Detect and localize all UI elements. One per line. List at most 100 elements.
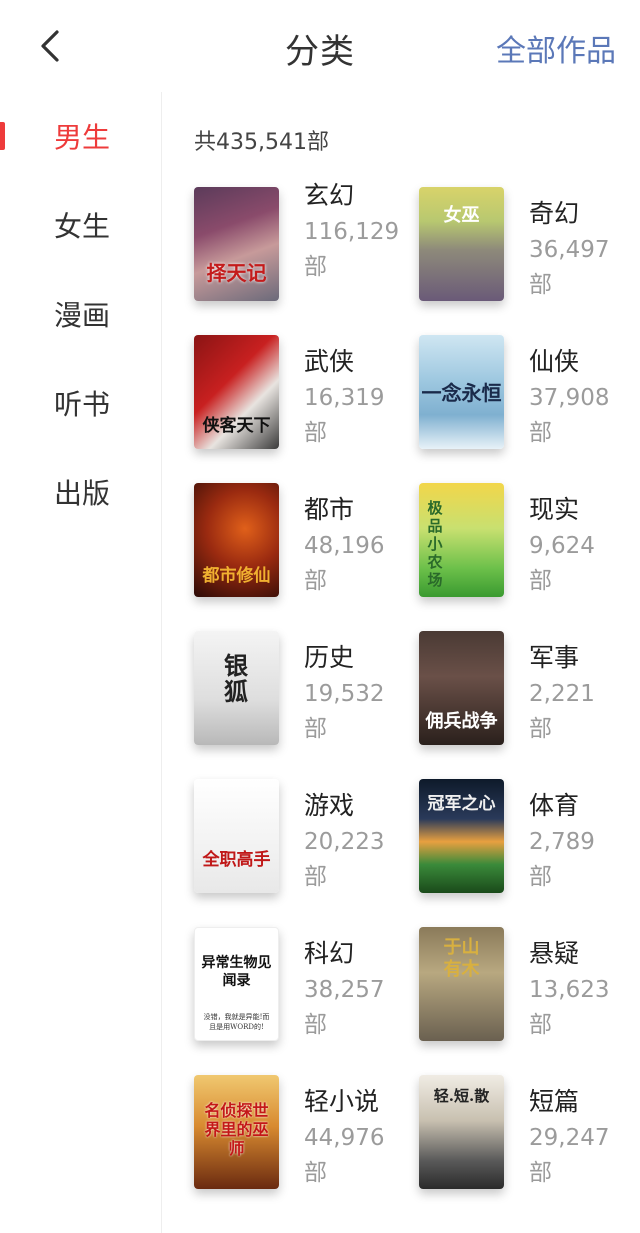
category-name: 玄幻: [304, 181, 355, 210]
count-value: 2,789: [529, 829, 595, 855]
count-unit: 部: [529, 568, 552, 594]
count-value: 13,623: [529, 977, 610, 1003]
count-unit: 部: [304, 1012, 327, 1038]
category-count: 48,196 部: [304, 529, 424, 599]
category-xianshi[interactable]: 极品小农场 现实 9,624 部: [419, 471, 640, 601]
category-youxi[interactable]: 全职高手 游戏 20,223 部: [194, 767, 419, 897]
count-value: 2,221: [529, 681, 595, 707]
category-wuxia[interactable]: 侠客天下 武侠 16,319 部: [194, 323, 419, 453]
category-name: 游戏: [304, 791, 355, 820]
count-unit: 部: [529, 272, 552, 298]
book-cover: 女巫: [419, 187, 504, 301]
cover-title: 一念永恒: [421, 381, 502, 405]
category-count: 2,789 部: [529, 825, 640, 895]
count-value: 44,976: [304, 1125, 385, 1151]
sidebar-item-female[interactable]: 女生: [0, 195, 162, 255]
cover-title: 全职高手: [202, 850, 271, 870]
sidebar-item-label: 出版: [54, 477, 111, 510]
book-cover: 一念永恒: [419, 335, 504, 449]
book-cover: 佣兵战争: [419, 631, 504, 745]
category-junshi[interactable]: 佣兵战争 军事 2,221 部: [419, 619, 640, 749]
sidebar-item-label: 听书: [54, 388, 111, 421]
count-value: 19,532: [304, 681, 385, 707]
category-qihuan[interactable]: 女巫 奇幻 36,497 部: [419, 175, 640, 305]
count-unit: 部: [529, 864, 552, 890]
sidebar-item-label: 男生: [54, 121, 111, 154]
cover-title: 都市修仙: [202, 566, 271, 586]
category-count: 29,247 部: [529, 1121, 640, 1191]
category-name: 现实: [529, 495, 580, 524]
all-works-link[interactable]: 全部作品: [496, 26, 616, 70]
count-unit: 部: [529, 716, 552, 742]
category-name: 武侠: [304, 347, 355, 376]
count-unit: 部: [304, 716, 327, 742]
count-value: 38,257: [304, 977, 385, 1003]
header-bar: 分类 全部作品: [0, 0, 640, 92]
cover-title: 银狐: [224, 651, 248, 706]
count-value: 20,223: [304, 829, 385, 855]
category-name: 仙侠: [529, 347, 580, 376]
cover-title: 轻.短.散: [433, 1087, 490, 1105]
category-dushi[interactable]: 都市修仙 都市 48,196 部: [194, 471, 419, 601]
category-xianxia[interactable]: 一念永恒 仙侠 37,908 部: [419, 323, 640, 453]
category-name: 体育: [529, 791, 580, 820]
cover-title: 于山有木: [443, 937, 480, 980]
category-count: 37,908 部: [529, 381, 640, 451]
category-name: 都市: [304, 495, 355, 524]
category-xuanhuan[interactable]: 择天记 玄幻 116,129 部: [194, 175, 419, 305]
category-name: 历史: [304, 643, 355, 672]
sidebar-item-label: 漫画: [54, 299, 111, 332]
sidebar-item-male[interactable]: 男生: [0, 106, 162, 166]
category-xuanyi[interactable]: 于山有木 悬疑 13,623 部: [419, 915, 640, 1045]
book-cover: 轻.短.散: [419, 1075, 504, 1189]
category-name: 悬疑: [529, 939, 580, 968]
sidebar-item-published[interactable]: 出版: [0, 462, 162, 522]
category-duanpian[interactable]: 轻.短.散 短篇 29,247 部: [419, 1063, 640, 1193]
active-indicator: [0, 122, 5, 150]
book-cover: 冠军之心: [419, 779, 504, 893]
category-qingxiaoshuo[interactable]: 名侦探世界里的巫师 轻小说 44,976 部: [194, 1063, 419, 1193]
book-cover: 名侦探世界里的巫师: [194, 1075, 279, 1189]
sidebar: 男生 女生 漫画 听书 出版: [0, 92, 162, 1233]
cover-title: 侠客天下: [202, 416, 271, 436]
count-unit: 部: [304, 254, 327, 280]
cover-title: 极品小农场: [427, 499, 443, 589]
count-unit: 部: [529, 1160, 552, 1186]
cover-title: 择天记: [206, 261, 267, 285]
category-name: 科幻: [304, 939, 355, 968]
category-count: 19,532 部: [304, 677, 424, 747]
category-name: 军事: [529, 643, 580, 672]
category-name: 短篇: [529, 1087, 580, 1116]
count-unit: 部: [529, 1012, 552, 1038]
count-value: 9,624: [529, 533, 595, 559]
book-cover: 于山有木: [419, 927, 504, 1041]
cover-title: 女巫: [443, 205, 480, 226]
total-count: 共435,541部: [194, 130, 329, 155]
count-value: 29,247: [529, 1125, 610, 1151]
category-name: 奇幻: [529, 199, 580, 228]
category-count: 36,497 部: [529, 233, 640, 303]
count-value: 116,129: [304, 219, 400, 245]
cover-title: 异常生物见闻录: [201, 955, 272, 989]
sidebar-item-comics[interactable]: 漫画: [0, 284, 162, 344]
category-kehuan[interactable]: 异常生物见闻录 没错，我就是异能!而且是用WORD的! 科幻 38,257 部: [194, 915, 419, 1045]
cover-title: 佣兵战争: [425, 711, 498, 732]
book-cover: 侠客天下: [194, 335, 279, 449]
book-cover: 银狐: [194, 631, 279, 745]
category-lishi[interactable]: 银狐 历史 19,532 部: [194, 619, 419, 749]
sidebar-item-audiobooks[interactable]: 听书: [0, 373, 162, 433]
category-tiyu[interactable]: 冠军之心 体育 2,789 部: [419, 767, 640, 897]
count-unit: 部: [304, 420, 327, 446]
category-count: 44,976 部: [304, 1121, 424, 1191]
category-count: 116,129 部: [304, 215, 399, 285]
book-cover: 极品小农场: [419, 483, 504, 597]
count-unit: 部: [304, 1160, 327, 1186]
book-cover: 全职高手: [194, 779, 279, 893]
book-cover: 异常生物见闻录 没错，我就是异能!而且是用WORD的!: [194, 927, 279, 1041]
category-count: 13,623 部: [529, 973, 640, 1043]
book-cover: 都市修仙: [194, 483, 279, 597]
category-name: 轻小说: [304, 1087, 380, 1116]
cover-subtitle: 没错，我就是异能!而且是用WORD的!: [203, 1013, 270, 1031]
cover-title: 名侦探世界里的巫师: [204, 1101, 269, 1158]
book-cover: 择天记: [194, 187, 279, 301]
